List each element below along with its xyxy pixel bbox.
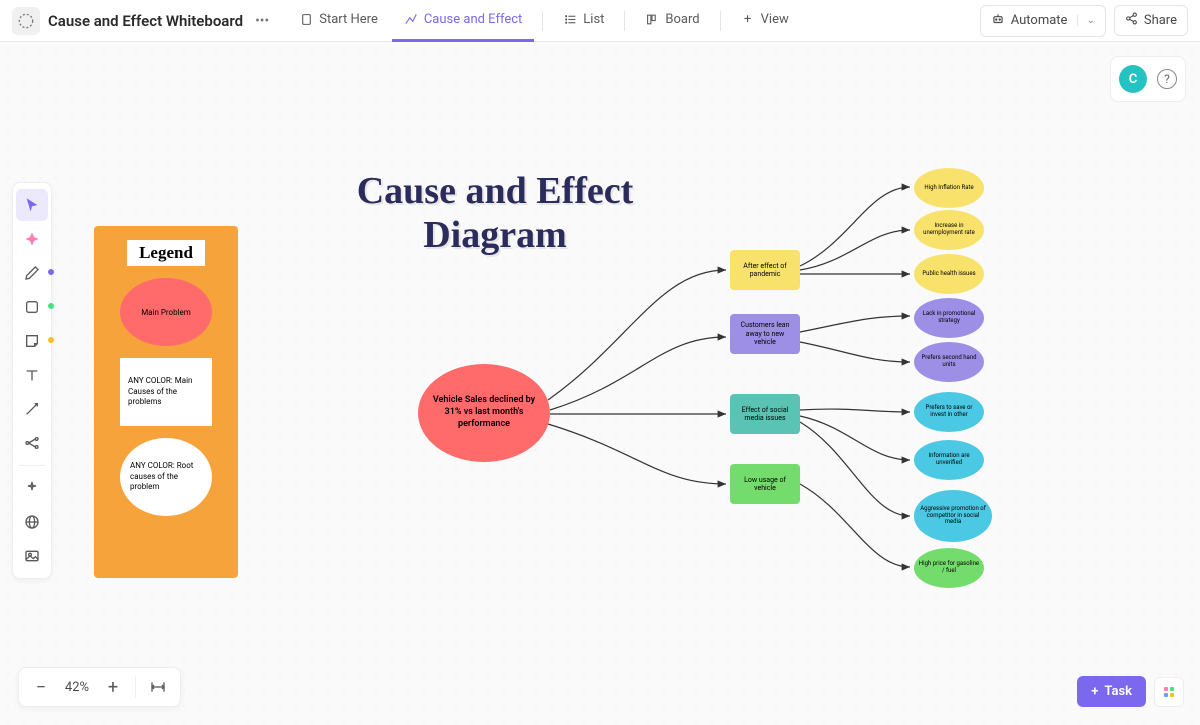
root-promo-strategy[interactable]: Lack in promotional strategy [914,298,984,338]
chevron-down-icon[interactable]: ⌄ [1077,15,1094,26]
tab-label: Start Here [319,12,378,27]
list-tab-icon [563,12,577,26]
plus-icon: + [741,12,755,26]
plus-icon: + [1091,684,1098,699]
task-button[interactable]: + Task [1077,676,1146,707]
more-icon[interactable]: ••• [251,11,273,31]
legend-title: Legend [127,240,205,266]
root-unemployment[interactable]: Increase in unemployment rate [914,210,984,250]
legend-panel[interactable]: Legend Main Problem ANY COLOR: Main Caus… [94,226,238,578]
main-problem-node[interactable]: Vehicle Sales declined by 31% vs last mo… [418,364,550,462]
user-avatar[interactable]: C [1119,65,1147,93]
divider [624,11,625,31]
divider [720,11,721,31]
legend-root-causes: ANY COLOR: Root causes of the problem [120,438,212,516]
zoom-in-button[interactable]: + [95,669,131,705]
legend-main-problem: Main Problem [120,278,212,346]
legend-main-causes: ANY COLOR: Main Causes of the problems [120,358,212,426]
root-competitor[interactable]: Aggressive promotion of competitor in so… [914,490,992,542]
task-label: Task [1104,684,1132,699]
robot-icon [991,12,1005,30]
pen-tool[interactable] [16,257,48,289]
toolbar-separator [19,465,45,466]
board-tab-icon [645,12,659,26]
root-inflation[interactable]: High Inflation Rate [914,168,984,208]
image-tool[interactable] [16,540,48,572]
share-icon [1125,12,1138,29]
network-tool[interactable] [16,427,48,459]
zoom-control: − 42% + [18,667,181,707]
text-tool[interactable] [16,359,48,391]
web-tool[interactable] [16,506,48,538]
root-unverified[interactable]: Information are unverified [914,440,984,480]
ai-tool[interactable] [16,223,48,255]
tab-label: Cause and Effect [424,12,522,27]
zoom-value[interactable]: 42% [59,680,95,695]
doc-tab-icon [299,12,313,26]
tab-board[interactable]: Board [633,0,711,42]
magic-tool[interactable] [16,472,48,504]
root-save-invest[interactable]: Prefers to save or invest in other [914,392,984,432]
select-tool[interactable] [16,189,48,221]
sticky-note-tool[interactable] [16,325,48,357]
shape-tool[interactable] [16,291,48,323]
tab-label: List [583,12,604,27]
canvas-top-right-panel: C ? [1110,56,1186,102]
cause-pandemic[interactable]: After effect of pandemic [730,250,800,290]
drawing-toolbar [12,182,52,579]
separator [135,676,136,698]
cause-customers[interactable]: Customers lean away to new vehicle [730,314,800,354]
view-tabs: Start Here Cause and Effect List Board +… [287,0,800,42]
connector-tool[interactable] [16,393,48,425]
fit-width-button[interactable] [140,669,176,705]
root-public-health[interactable]: Public health issues [914,254,984,294]
top-bar: Cause and Effect Whiteboard ••• Start He… [0,0,1200,42]
tab-cause-effect[interactable]: Cause and Effect [392,0,534,42]
share-label: Share [1144,13,1177,28]
divider [542,11,543,31]
tab-label: View [761,12,789,27]
share-button[interactable]: Share [1114,5,1188,36]
cause-low-usage[interactable]: Low usage of vehicle [730,464,800,504]
tab-list[interactable]: List [551,0,616,42]
page-title: Cause and Effect Whiteboard [48,12,243,30]
automate-label: Automate [1011,13,1068,28]
apps-button[interactable] [1154,677,1184,707]
automate-button[interactable]: Automate ⌄ [980,5,1106,37]
help-icon[interactable]: ? [1157,69,1177,89]
root-fuel-price[interactable]: High price for gasoline / fuel [914,548,984,588]
doc-icon [12,7,40,35]
tab-add-view[interactable]: + View [729,0,801,42]
apps-grid-icon [1164,687,1174,697]
root-second-hand[interactable]: Prefers second hand units [914,342,984,382]
zoom-out-button[interactable]: − [23,669,59,705]
diagram-title[interactable]: Cause and Effect Diagram [340,170,650,257]
tab-start-here[interactable]: Start Here [287,0,390,42]
cause-social-media[interactable]: Effect of social media issues [730,394,800,434]
whiteboard-tab-icon [404,12,418,26]
whiteboard-canvas[interactable]: C ? Legend Main Problem ANY COLOR: Main … [0,42,1200,725]
tab-label: Board [665,12,699,27]
